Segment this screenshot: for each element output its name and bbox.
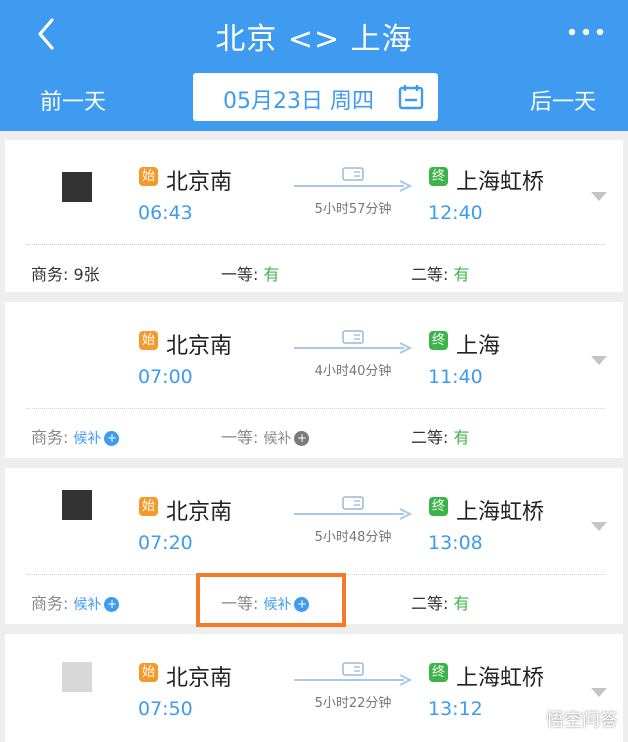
train-thumbnail [62,490,92,520]
chevron-down-icon[interactable] [591,522,607,532]
train-card[interactable]: 始 北京南 07:00 4小时40分钟 终 上海 11:40 商务: 候补 + 一… [5,302,623,458]
prev-day-button[interactable]: 前一天 [40,84,106,116]
id-card-icon [342,167,364,181]
seat-second-class[interactable]: 二等: 有 [411,261,470,285]
add-waitlist-icon[interactable]: + [294,431,310,446]
seat-second-class[interactable]: 二等: 有 [411,590,470,614]
departure-time: 06:43 [138,202,193,224]
departure-station: 北京南 [166,500,233,525]
date-label: 05月23日 周四 [223,89,374,114]
arrival-time: 11:40 [428,366,483,388]
page-title: 北京 <> 上海 [215,22,413,57]
divider [27,244,605,245]
travel-duration: 5小时48分钟 [314,530,392,545]
seat-first-class[interactable]: 一等: 候补 + [221,424,310,448]
route-arrow-icon [294,674,412,686]
chevron-down-icon[interactable] [591,356,607,366]
seat-business[interactable]: 商务: 候补 + [31,590,120,614]
departure-station: 北京南 [166,334,233,359]
more-dots-icon[interactable] [566,22,606,42]
start-station-badge: 始 [139,331,158,350]
add-waitlist-icon[interactable]: + [104,597,120,612]
train-thumbnail [62,662,92,692]
route-arrow-icon [294,508,412,520]
departure-time: 07:00 [138,366,193,388]
start-station-badge: 始 [139,663,158,682]
end-station-badge: 终 [429,167,448,186]
departure-station: 北京南 [166,170,233,195]
travel-duration: 5小时22分钟 [314,696,392,711]
arrival-station: 上海虹桥 [456,666,545,691]
arrival-time: 13:08 [428,532,483,554]
start-station-badge: 始 [139,167,158,186]
next-day-button[interactable]: 后一天 [530,84,596,116]
arrival-station: 上海虹桥 [456,170,545,195]
calendar-icon [398,85,424,110]
watermark: 悟空问答 [546,710,618,731]
departure-time: 07:50 [138,698,193,720]
highlight-box [196,573,346,627]
seat-second-class[interactable]: 二等: 有 [411,424,470,448]
train-thumbnail [62,172,92,202]
arrival-station: 上海虹桥 [456,500,545,525]
chevron-down-icon[interactable] [591,192,607,202]
end-station-badge: 终 [429,663,448,682]
departure-station: 北京南 [166,666,233,691]
train-thumbnail [62,320,92,350]
route-arrow-icon [294,180,412,192]
arrival-station: 上海 [456,334,501,359]
travel-duration: 5小时57分钟 [314,202,392,217]
seat-business[interactable]: 商务: 候补 + [31,424,120,448]
travel-duration: 4小时40分钟 [314,364,392,379]
seat-business[interactable]: 商务: 9张 [31,261,100,285]
date-picker[interactable]: 05月23日 周四 [193,73,438,121]
departure-time: 07:20 [138,532,193,554]
chevron-down-icon[interactable] [591,688,607,698]
route-arrow-icon [294,342,412,354]
end-station-badge: 终 [429,497,448,516]
seat-first-class[interactable]: 一等: 有 [221,261,280,285]
train-card[interactable]: 始 北京南 07:50 5小时22分钟 终 上海虹桥 13:12 [5,634,623,742]
arrival-time: 12:40 [428,202,483,224]
start-station-badge: 始 [139,497,158,516]
divider [27,408,605,409]
arrival-time: 13:12 [428,698,483,720]
top-bar: 北京 <> 上海 前一天 05月23日 周四 后一天 [0,0,628,131]
train-card[interactable]: 始 北京南 06:43 5小时57分钟 终 上海虹桥 12:40 商务: 9张 … [5,140,623,292]
end-station-badge: 终 [429,331,448,350]
add-waitlist-icon[interactable]: + [104,431,120,446]
